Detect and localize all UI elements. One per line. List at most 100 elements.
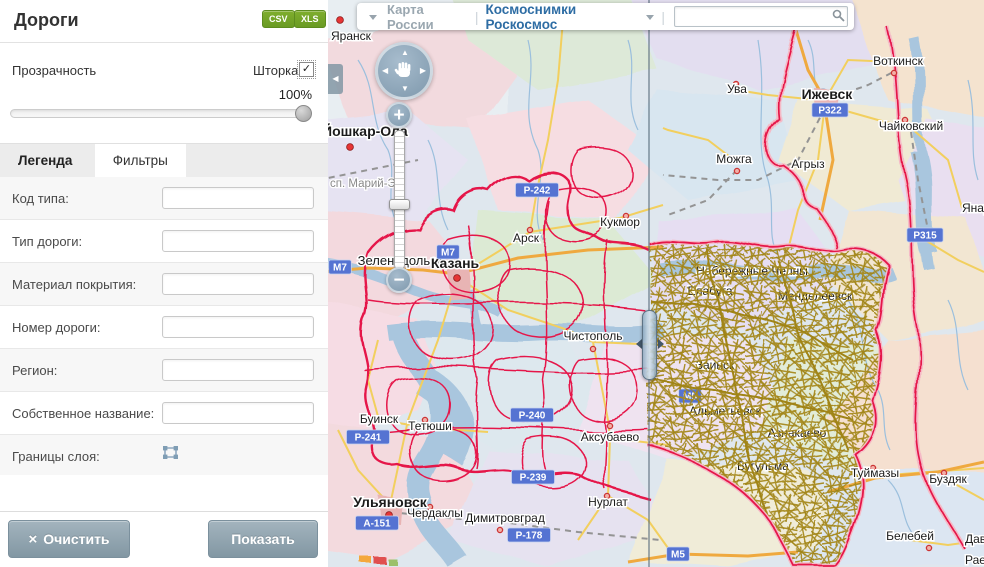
- filter-row: Номер дороги:: [0, 305, 328, 348]
- filter-row: Собственное название:: [0, 391, 328, 434]
- filter-label: Регион:: [12, 359, 162, 379]
- road-badge: М5: [667, 547, 690, 561]
- svg-text:Р315: Р315: [913, 231, 937, 242]
- base-layer-link[interactable]: Карта России: [387, 2, 466, 32]
- curtain-drag-handle[interactable]: [642, 310, 657, 380]
- zoom-slider-knob[interactable]: [389, 199, 410, 210]
- road-badge: Р-242: [516, 183, 559, 197]
- pan-control[interactable]: ▲ ▼ ◀ ▶: [375, 42, 433, 100]
- city-label: Давлеканово: [965, 532, 984, 546]
- pan-up-icon[interactable]: ▲: [401, 49, 409, 57]
- active-layer-dropdown-icon[interactable]: [646, 15, 654, 24]
- curtain-arrow-right-icon: [658, 339, 669, 349]
- city-label: Белебей: [886, 529, 934, 543]
- town-dot: [607, 423, 612, 428]
- svg-text:Р-242: Р-242: [524, 186, 551, 197]
- road-badge: Р-239: [512, 470, 555, 484]
- road-badge: А-151: [356, 516, 399, 530]
- city-label: Раевский: [965, 553, 984, 567]
- layer-bounds-polygon-icon[interactable]: [162, 445, 179, 460]
- curtain-checkbox[interactable]: ✓: [299, 62, 314, 77]
- layer-switcher-bar: Карта России | Космоснимки Роскосмос |: [357, 3, 854, 30]
- bar-separator: |: [475, 9, 479, 25]
- city-label: Воткинск: [873, 54, 923, 68]
- tab-legend[interactable]: Легенда: [0, 144, 90, 177]
- city-label: Аксубаево: [581, 430, 640, 444]
- road-badge: Р-178: [508, 528, 551, 542]
- curtain-divider-line: [648, 0, 650, 567]
- search-icon[interactable]: [832, 9, 845, 22]
- city-label: Яранск: [331, 29, 372, 43]
- town-dot: [891, 70, 896, 75]
- region-name-label: сп. Марий-Эл: [330, 178, 402, 190]
- svg-text:А-151: А-151: [363, 519, 391, 530]
- filter-row: Границы слоя:: [0, 434, 328, 475]
- filter-label: Материал покрытия:: [12, 273, 162, 293]
- export-xls-button[interactable]: XLS: [294, 10, 326, 28]
- city-label: Туймазы: [851, 466, 899, 480]
- svg-text:М7: М7: [441, 248, 455, 259]
- city-label: Янаул: [962, 201, 984, 215]
- filter-input-5[interactable]: [162, 402, 314, 424]
- filter-input-4[interactable]: [162, 359, 314, 381]
- town-dot: [926, 545, 931, 550]
- filter-row: Тип дороги:: [0, 219, 328, 262]
- roads-panel: Дороги CSV XLS Прозрачность Шторка ✓ 100…: [0, 0, 328, 567]
- svg-text:М5: М5: [671, 550, 685, 561]
- panel-tabs: Легенда Фильтры: [0, 143, 328, 177]
- filter-label: Код типа:: [12, 187, 162, 207]
- town-dot: [590, 346, 595, 351]
- base-layer-dropdown-icon[interactable]: [369, 15, 377, 24]
- transparency-slider-knob[interactable]: [295, 105, 312, 122]
- filter-input-2[interactable]: [162, 273, 314, 295]
- map-viewport[interactable]: Набережные ЧелныЕлабугаМенделеевскЗаинск…: [328, 0, 984, 567]
- export-csv-button[interactable]: CSV: [262, 10, 295, 28]
- city-label: Чайковский: [879, 119, 943, 133]
- show-button[interactable]: Показать: [208, 520, 318, 558]
- town-dot: [497, 527, 502, 532]
- city-label: Буздяк: [929, 472, 967, 486]
- clear-button[interactable]: ×Очистить: [8, 520, 130, 558]
- pan-left-icon[interactable]: ◀: [382, 67, 388, 75]
- svg-text:Р-178: Р-178: [516, 531, 543, 542]
- tab-filters[interactable]: Фильтры: [95, 144, 186, 177]
- city-dot: [454, 275, 461, 282]
- filter-row: Регион:: [0, 348, 328, 391]
- active-layer-link[interactable]: Космоснимки Роскосмос: [485, 2, 636, 32]
- city-label: Чердаклы: [407, 506, 463, 520]
- city-label: Чистополь: [564, 329, 623, 343]
- filter-input-3[interactable]: [162, 316, 314, 338]
- zoom-in-button[interactable]: +: [386, 102, 412, 128]
- clear-x-icon: ×: [28, 531, 37, 548]
- city-label: Агрыз: [791, 157, 825, 171]
- panel-header: Дороги CSV XLS: [0, 0, 328, 43]
- curtain-label: Шторка: [253, 63, 298, 78]
- pan-down-icon[interactable]: ▼: [401, 85, 409, 93]
- city-label: Ижевск: [802, 86, 854, 102]
- svg-text:М7: М7: [333, 263, 347, 274]
- transparency-label: Прозрачность: [12, 63, 96, 78]
- pan-right-icon[interactable]: ▶: [420, 67, 426, 75]
- filters-form: Код типа: Тип дороги: Материал покрытия: Но…: [0, 177, 328, 475]
- zoom-out-button[interactable]: −: [386, 267, 412, 293]
- city-label: Димитровград: [465, 511, 545, 525]
- city-label: Кукмор: [600, 215, 640, 229]
- transparency-slider[interactable]: [10, 109, 304, 118]
- filter-label: Границы слоя:: [12, 445, 162, 465]
- hand-icon: [393, 60, 415, 82]
- filter-input-1[interactable]: [162, 230, 314, 252]
- svg-text:Р-241: Р-241: [355, 433, 382, 444]
- road-badge: Р-240: [511, 408, 554, 422]
- svg-text:Р-239: Р-239: [520, 473, 547, 484]
- filter-label: Номер дороги:: [12, 316, 162, 336]
- filter-input-0[interactable]: [162, 187, 314, 209]
- city-label: Нурлат: [588, 495, 628, 509]
- region-label: сп. Марий-Эл: [330, 178, 402, 190]
- town-dot: [734, 168, 739, 173]
- filter-row: Материал покрытия:: [0, 262, 328, 305]
- road-badge: Р315: [907, 228, 943, 242]
- zoom-slider[interactable]: [394, 130, 405, 270]
- collapse-panel-button[interactable]: ◀: [328, 64, 343, 94]
- map-search-input[interactable]: [674, 6, 848, 27]
- transparency-value: 100%: [279, 87, 312, 102]
